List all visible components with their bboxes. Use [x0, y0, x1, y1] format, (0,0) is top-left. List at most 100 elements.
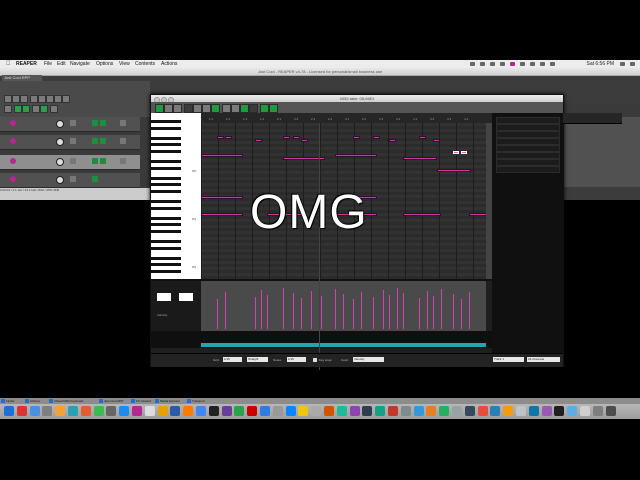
black-key[interactable]: [151, 256, 181, 260]
midi-note[interactable]: [389, 139, 396, 142]
fx-icon[interactable]: [92, 158, 98, 164]
midi-note[interactable]: [225, 136, 232, 139]
black-key[interactable]: [151, 120, 181, 124]
dock-app-icon[interactable]: [592, 406, 603, 416]
dock-app-icon[interactable]: [42, 406, 53, 416]
status-icon[interactable]: [510, 62, 515, 66]
dock-app-icon[interactable]: [413, 406, 424, 416]
dock-app-icon[interactable]: [554, 406, 565, 416]
record-arm-icon[interactable]: [10, 176, 16, 182]
io-icon[interactable]: [100, 138, 106, 144]
midi-note[interactable]: [283, 136, 290, 139]
status-icon[interactable]: [470, 62, 475, 66]
velocity-bar[interactable]: [353, 299, 354, 329]
midi-note[interactable]: [373, 136, 380, 139]
black-key[interactable]: [151, 206, 181, 210]
status-icon[interactable]: [500, 62, 505, 66]
dock-app-icon[interactable]: [400, 406, 411, 416]
black-key[interactable]: [151, 150, 181, 153]
velocity-bar[interactable]: [267, 295, 268, 329]
undo-icon[interactable]: [30, 95, 38, 103]
playhead[interactable]: [319, 123, 320, 370]
list-icon[interactable]: [222, 104, 231, 113]
dock-app-icon[interactable]: [324, 406, 334, 416]
velocity-bar[interactable]: [433, 296, 434, 329]
dock-app-icon[interactable]: [272, 406, 283, 416]
midi-note[interactable]: [201, 213, 243, 216]
envelope-icon[interactable]: [50, 105, 58, 113]
dock-app-icon[interactable]: [516, 406, 526, 416]
pencil-icon[interactable]: [231, 104, 240, 113]
io-icon[interactable]: [100, 120, 106, 126]
volume-knob[interactable]: [56, 120, 64, 128]
track-list-item[interactable]: [496, 159, 560, 166]
env-icon[interactable]: [120, 158, 126, 164]
midi-note[interactable]: [433, 139, 440, 142]
lock-icon[interactable]: [40, 105, 48, 113]
menu-app-name[interactable]: REAPER: [16, 60, 37, 68]
fx-icon[interactable]: [92, 120, 98, 126]
wifi-icon[interactable]: [520, 62, 525, 66]
arrow-icon[interactable]: [62, 95, 70, 103]
velocity-lane[interactable]: [201, 281, 486, 331]
dock-app-icon[interactable]: [196, 406, 206, 416]
dock-app-icon[interactable]: [388, 406, 398, 416]
midi-note[interactable]: [403, 157, 437, 160]
dock-app-icon[interactable]: [349, 406, 360, 416]
grid-select[interactable]: 1/16: [223, 357, 242, 362]
midi-note[interactable]: [335, 154, 377, 157]
cut-icon[interactable]: [54, 95, 62, 103]
dock-app-icon[interactable]: [157, 406, 168, 416]
velocity-bar[interactable]: [427, 291, 428, 329]
volume-knob[interactable]: [56, 138, 64, 146]
dock-app-icon[interactable]: [68, 406, 78, 416]
status-icon[interactable]: [480, 62, 485, 66]
search-icon[interactable]: [620, 62, 625, 66]
dock-app-icon[interactable]: [336, 406, 347, 416]
mute-icon[interactable]: [70, 138, 76, 144]
dock-app-icon[interactable]: [4, 406, 14, 416]
arrow-icon[interactable]: [240, 104, 249, 113]
piano-icon[interactable]: [193, 104, 202, 113]
mute-icon[interactable]: [70, 176, 76, 182]
menu-view[interactable]: View: [119, 60, 130, 68]
dock-app-icon[interactable]: [119, 406, 130, 416]
dock-app-icon[interactable]: [260, 406, 270, 416]
arrange-view[interactable]: [560, 117, 640, 187]
env-icon[interactable]: [120, 138, 126, 144]
velocity-bar[interactable]: [343, 294, 344, 329]
velocity-bar[interactable]: [335, 289, 336, 329]
black-key[interactable]: [151, 200, 181, 204]
mute-icon[interactable]: [70, 120, 76, 126]
ripple-icon[interactable]: [22, 105, 30, 113]
dock-app-icon[interactable]: [234, 406, 245, 416]
grid-icon[interactable]: [184, 104, 193, 113]
redo-icon[interactable]: [38, 95, 46, 103]
black-key[interactable]: [151, 240, 181, 244]
dock-app-icon[interactable]: [298, 406, 309, 416]
dock-app-icon[interactable]: [247, 406, 258, 416]
black-key[interactable]: [151, 126, 181, 130]
velocity-bar[interactable]: [261, 290, 262, 329]
track-list-item[interactable]: [496, 117, 560, 124]
filter-icon[interactable]: [202, 104, 211, 113]
midi-note[interactable]: [419, 136, 426, 139]
velocity-bar[interactable]: [469, 292, 470, 329]
velocity-bar[interactable]: [301, 298, 302, 329]
channel-select[interactable]: All channels: [527, 357, 560, 362]
dock-app-icon[interactable]: [55, 406, 66, 416]
save-icon[interactable]: [20, 95, 28, 103]
menu-contents[interactable]: Contents: [135, 60, 155, 68]
snap-icon[interactable]: [211, 104, 220, 113]
loop-icon[interactable]: [269, 104, 278, 113]
record-arm-icon[interactable]: [10, 138, 16, 144]
dock-app-icon[interactable]: [16, 406, 27, 416]
dock-app-icon[interactable]: [144, 406, 155, 416]
track-row[interactable]: [0, 135, 140, 150]
dock-app-icon[interactable]: [132, 406, 142, 416]
track-list-item[interactable]: [496, 138, 560, 145]
velocity-bar[interactable]: [403, 293, 404, 329]
black-key[interactable]: [151, 166, 181, 170]
reaper-titlebar[interactable]: Just Cool - REAPER v4.78 - Licensed for …: [0, 68, 640, 76]
metronome-icon[interactable]: [46, 95, 54, 103]
